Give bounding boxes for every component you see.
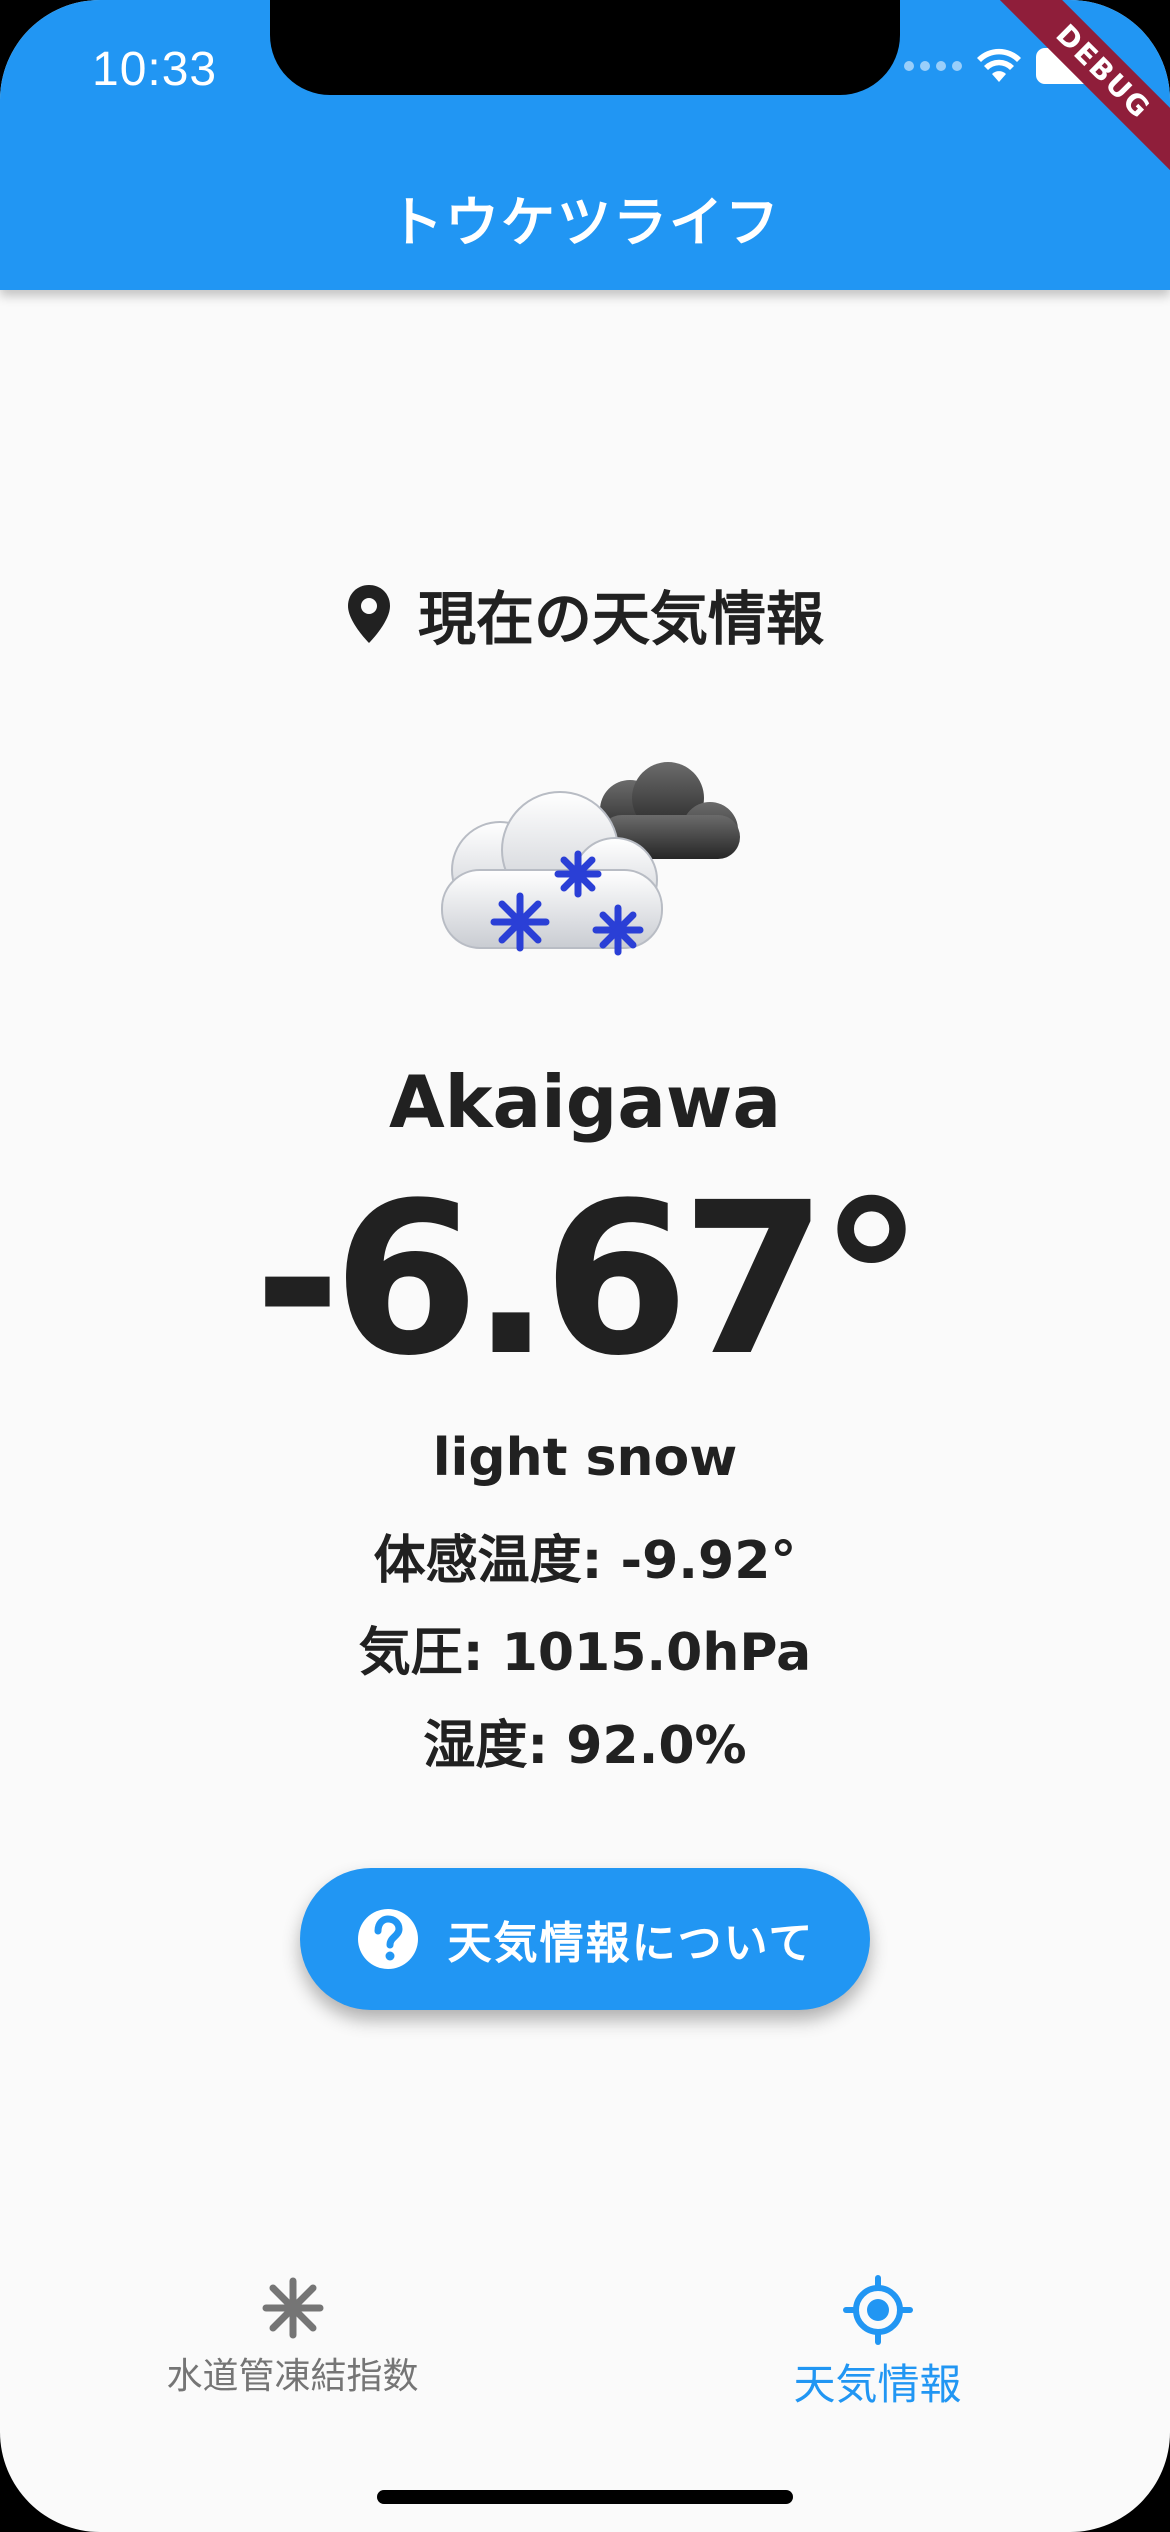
home-indicator[interactable] xyxy=(377,2490,793,2504)
device-notch xyxy=(270,0,900,95)
app-title: トウケツライフ xyxy=(389,191,781,254)
nav-label-weather: 天気情報 xyxy=(793,2360,962,2409)
cellular-signal-icon xyxy=(904,61,962,71)
heading-text: 現在の天気情報 xyxy=(417,585,824,653)
app-bar: 10:33 トウケツライフ xyxy=(0,0,1170,290)
app-screen: 10:33 トウケツライフ DEBUG 現在の天気情報 Akaigawa -6.… xyxy=(0,0,1170,2532)
gps-target-icon xyxy=(842,2275,913,2345)
wifi-icon xyxy=(977,48,1021,82)
weather-description: light snow xyxy=(432,1428,738,1488)
nav-label-freeze-index: 水道管凍結指数 xyxy=(166,2356,419,2397)
location-pin-icon xyxy=(347,585,390,643)
nav-item-weather[interactable]: 天気情報 xyxy=(585,2275,1170,2412)
weather-heading: 現在の天気情報 xyxy=(0,572,1170,656)
snowflake-icon xyxy=(262,2277,323,2339)
status-time: 10:33 xyxy=(92,43,218,96)
about-weather-button[interactable]: 天気情報について xyxy=(300,1868,870,2010)
help-circle-icon xyxy=(357,1909,418,1969)
city-name: Akaigawa xyxy=(388,1060,782,1144)
about-button-label: 天気情報について xyxy=(447,1918,815,1969)
nav-item-freeze-index[interactable]: 水道管凍結指数 xyxy=(0,2275,585,2399)
air-pressure: 気圧: 1015.0hPa xyxy=(358,1623,812,1683)
bottom-navigation: 水道管凍結指数 天気情報 xyxy=(0,2250,1170,2450)
current-temperature: -6.67° xyxy=(253,1157,924,1402)
humidity: 湿度: 92.0% xyxy=(423,1716,747,1776)
light-snow-cloud-icon xyxy=(441,762,740,956)
feels-like-temperature: 体感温度: -9.92° xyxy=(373,1531,797,1591)
